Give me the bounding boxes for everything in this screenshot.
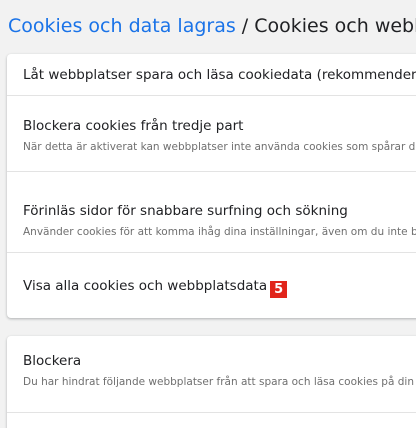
setting-allow-cookies-title: Låt webbplatser spara och läsa cookiedat… <box>23 67 416 83</box>
cookie-settings-card: Låt webbplatser spara och läsa cookiedat… <box>7 54 416 318</box>
block-section-header: Blockera Du har hindrat följande webbpla… <box>7 336 416 398</box>
setting-preload-pages-title: Förinläs sidor för snabbare surfning och… <box>23 203 348 219</box>
setting-show-all-cookies-title: Visa alla cookies och webbplatsdata 5 <box>23 278 288 298</box>
setting-allow-cookies[interactable]: Låt webbplatser spara och läsa cookiedat… <box>7 54 416 95</box>
annotation-badge: 5 <box>270 281 288 298</box>
block-list-card: Blockera Du har hindrat följande webbpla… <box>7 336 416 428</box>
breadcrumb-parent-link[interactable]: Cookies och data lagras <box>8 15 236 37</box>
settings-page: Cookies och data lagras / Cookies och we… <box>0 0 416 428</box>
breadcrumb-separator: / <box>241 15 249 37</box>
breadcrumb: Cookies och data lagras / Cookies och we… <box>8 14 416 38</box>
setting-block-third-party-title: Blockera cookies från tredje part <box>23 118 244 134</box>
setting-block-third-party[interactable]: Blockera cookies från tredje part När de… <box>7 96 416 171</box>
block-section-title: Blockera <box>23 353 82 369</box>
divider <box>7 412 416 413</box>
setting-show-all-cookies[interactable]: Visa alla cookies och webbplatsdata 5 <box>7 253 416 318</box>
page-title: Cookies och webbplatsdata <box>254 15 416 37</box>
block-section-description: Du har hindrat följande webbplatser från… <box>23 376 416 388</box>
setting-show-all-cookies-label: Visa alla cookies och webbplatsdata <box>23 278 268 294</box>
setting-preload-pages[interactable]: Förinläs sidor för snabbare surfning och… <box>7 172 416 252</box>
setting-preload-pages-description: Använder cookies för att komma ihåg dina… <box>23 226 416 238</box>
setting-block-third-party-description: När detta är aktiverat kan webbplatser i… <box>23 141 416 153</box>
